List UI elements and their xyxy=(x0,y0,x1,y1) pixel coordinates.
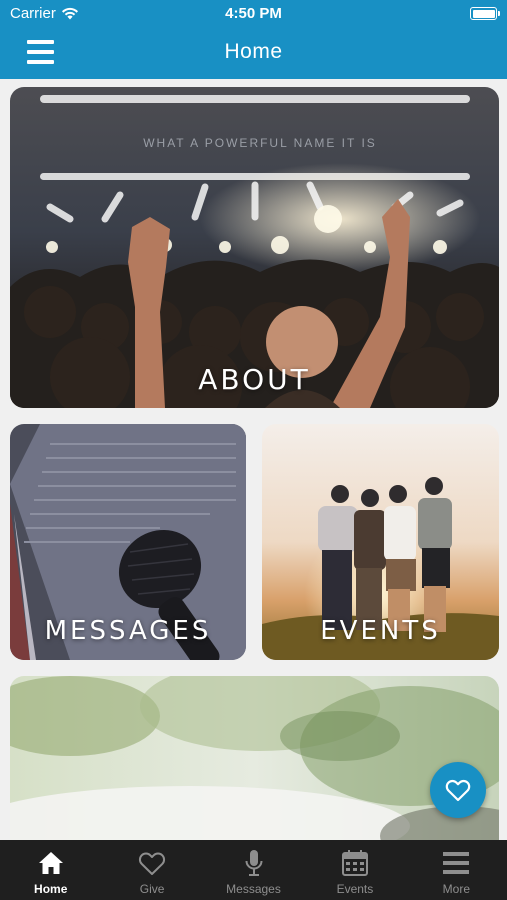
tab-give[interactable]: Give xyxy=(101,840,202,900)
tab-messages[interactable]: Messages xyxy=(203,840,304,900)
concert-crowd-photo: WHAT A POWERFUL NAME IT IS xyxy=(10,87,499,408)
heart-icon xyxy=(139,852,166,875)
about-label: ABOUT xyxy=(198,363,311,396)
heart-icon xyxy=(445,779,471,802)
messages-tile[interactable]: MESSAGES xyxy=(10,424,246,660)
tab-give-label: Give xyxy=(139,882,165,896)
tab-home[interactable]: Home xyxy=(0,840,101,900)
nav-bar: Home xyxy=(0,28,507,79)
blurred-plant-photo xyxy=(10,676,499,846)
tab-more[interactable]: More xyxy=(406,840,507,900)
calendar-icon xyxy=(341,850,368,876)
tab-home-label: Home xyxy=(34,882,68,896)
header: Carrier 4:50 PM Home xyxy=(0,0,507,79)
events-tile[interactable]: EVENTS xyxy=(262,424,499,660)
menu-lines-icon xyxy=(443,852,470,874)
status-bar: Carrier 4:50 PM xyxy=(0,0,507,28)
tab-more-label: More xyxy=(442,882,470,896)
stage-screen-text: WHAT A POWERFUL NAME IT IS xyxy=(143,136,377,150)
home-icon xyxy=(38,852,63,874)
battery-icon xyxy=(470,7,500,20)
status-time: 4:50 PM xyxy=(225,5,282,22)
bottom-tile[interactable] xyxy=(10,676,499,846)
tab-events-label: Events xyxy=(336,882,374,896)
favorite-fab[interactable] xyxy=(430,762,486,818)
page-title: Home xyxy=(224,40,283,63)
tab-bar: Home Give Messages Events More xyxy=(0,840,507,900)
tab-events[interactable]: Events xyxy=(304,840,405,900)
tab-messages-label: Messages xyxy=(226,882,281,896)
messages-label: MESSAGES xyxy=(44,616,212,646)
events-label: EVENTS xyxy=(320,616,441,646)
microphone-icon xyxy=(245,850,263,876)
about-tile[interactable]: WHAT A POWERFUL NAME IT IS ABOUT xyxy=(10,87,499,408)
